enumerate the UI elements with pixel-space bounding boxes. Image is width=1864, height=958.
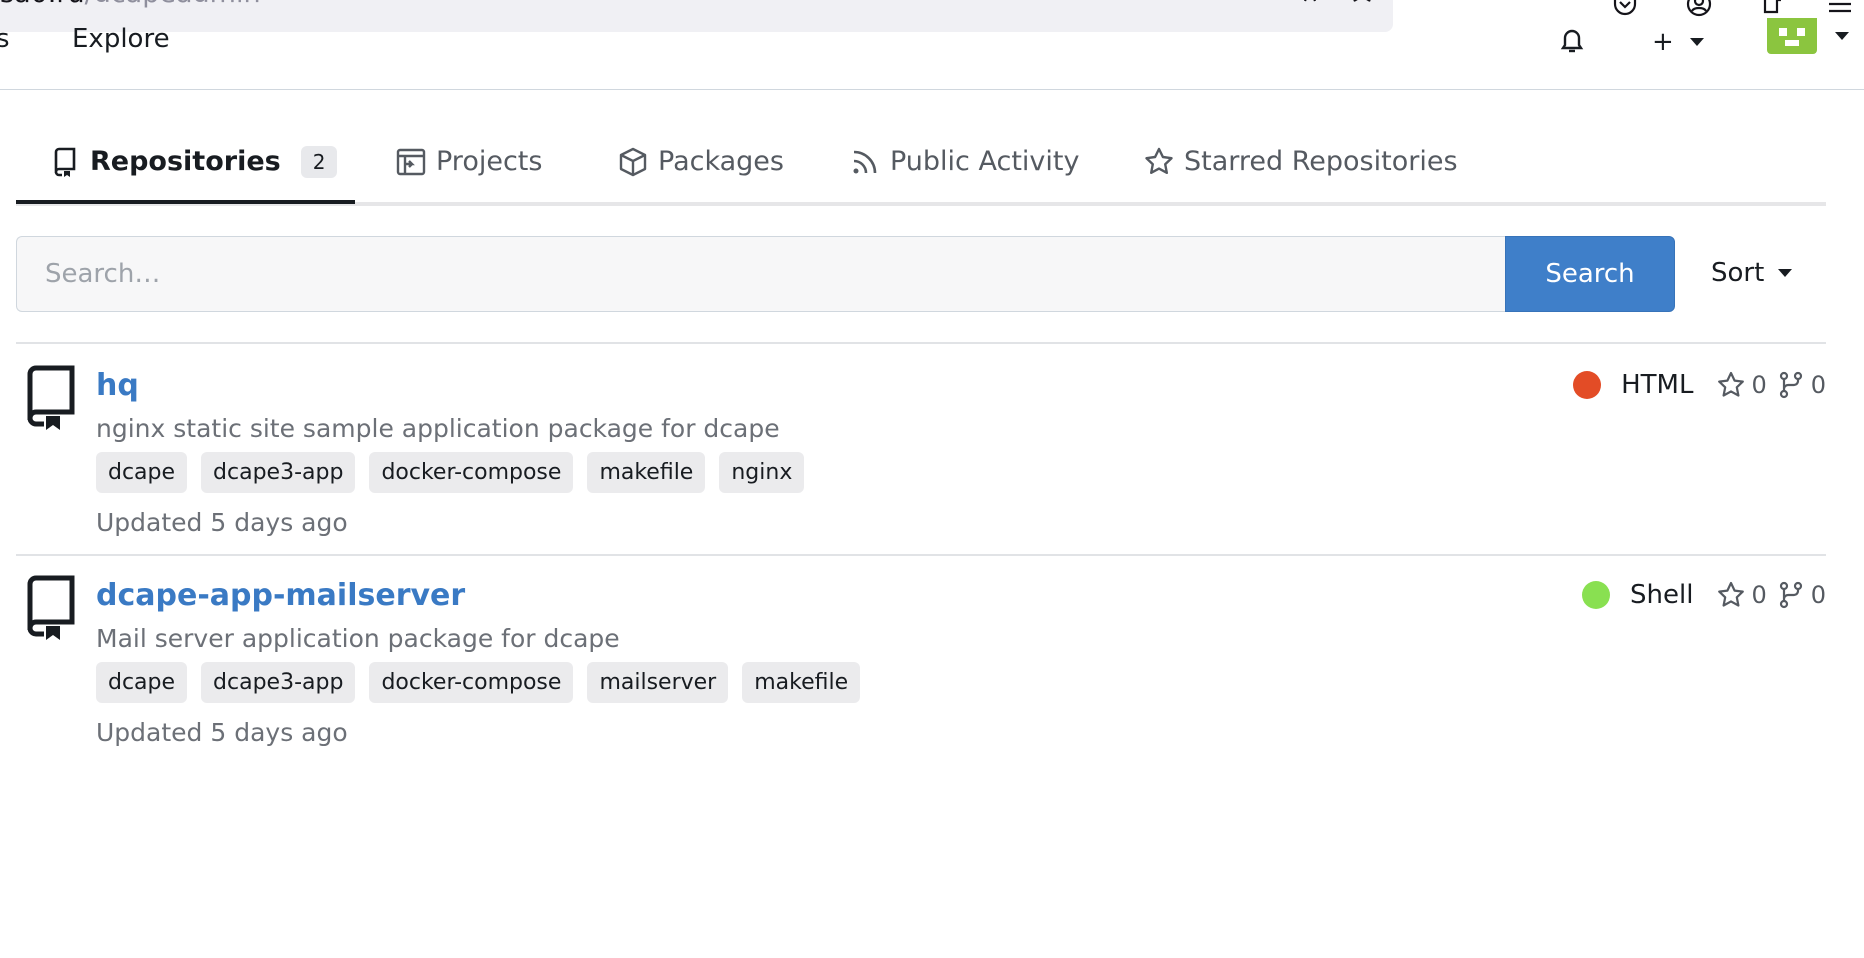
tab-repositories[interactable]: Repositories 2 — [16, 146, 355, 204]
topic-list: dcape dcape3-app docker-compose mailserv… — [96, 662, 861, 703]
topic-tag[interactable]: nginx — [719, 452, 805, 493]
search-input[interactable] — [16, 236, 1505, 312]
avatar — [1767, 18, 1817, 54]
star-icon — [1718, 371, 1745, 397]
nav-item-explore[interactable]: Explore — [72, 24, 170, 54]
menu-icon[interactable] — [1826, 0, 1854, 18]
topic-tag[interactable]: dcape — [96, 662, 188, 703]
package-icon — [618, 146, 648, 178]
fork-icon — [1779, 581, 1802, 609]
star-count[interactable]: 0 — [1717, 581, 1767, 609]
topic-tag[interactable]: docker-compose — [369, 452, 574, 493]
star-icon — [1144, 146, 1174, 178]
repo-description: Mail server application package for dcap… — [96, 624, 620, 653]
star-icon — [1718, 581, 1745, 607]
chevron-down-icon — [1778, 269, 1793, 277]
account-icon[interactable] — [1685, 0, 1713, 18]
repo-icon — [24, 364, 76, 430]
user-menu[interactable] — [1767, 18, 1849, 54]
list-item: dcape-app-mailserver Mail server applica… — [16, 556, 1826, 756]
tab-label: Packages — [658, 146, 784, 177]
tab-label: Starred Repositories — [1184, 146, 1458, 177]
pocket-icon[interactable] — [1611, 0, 1639, 18]
address-bar[interactable]: sa0.ru/dcapeadmin — [0, 0, 1393, 32]
create-plus-icon: + — [1652, 27, 1674, 57]
topic-tag[interactable]: docker-compose — [369, 662, 574, 703]
repo-name-link[interactable]: dcape-app-mailserver — [96, 578, 465, 613]
sort-dropdown[interactable]: Sort — [1711, 258, 1793, 288]
create-menu[interactable]: + — [1652, 27, 1704, 57]
active-tab-indicator — [16, 200, 355, 204]
topic-tag[interactable]: dcape3-app — [201, 452, 356, 493]
tab-public-activity[interactable]: Public Activity — [850, 146, 1079, 200]
tab-label: Projects — [436, 146, 543, 177]
topic-list: dcape dcape3-app docker-compose makefile… — [96, 452, 805, 493]
repo-language: HTML — [1621, 370, 1694, 400]
rss-icon — [850, 146, 880, 178]
chevron-down-icon — [1689, 38, 1704, 46]
repo-meta: HTML 0 0 — [1573, 370, 1826, 400]
star-count[interactable]: 0 — [1717, 371, 1767, 399]
repo-updated-time: Updated 5 days ago — [96, 718, 348, 747]
divider — [16, 342, 1826, 344]
sort-label: Sort — [1711, 258, 1765, 288]
repo-language: Shell — [1630, 580, 1694, 610]
topic-tag[interactable]: makefile — [587, 452, 706, 493]
language-color-dot — [1573, 371, 1602, 399]
topic-tag[interactable]: mailserver — [587, 662, 729, 703]
repo-icon — [50, 146, 80, 178]
topic-tag[interactable]: makefile — [742, 662, 861, 703]
repo-description: nginx static site sample application pac… — [96, 414, 780, 443]
extensions-icon[interactable] — [1759, 0, 1787, 18]
chevron-down-icon — [1835, 32, 1849, 40]
url-text: sa0.ru/dcapeadmin — [0, 0, 261, 9]
repo-meta: Shell 0 0 — [1582, 580, 1826, 610]
repo-updated-time: Updated 5 days ago — [96, 508, 348, 537]
project-icon — [396, 146, 426, 178]
fork-icon — [1779, 371, 1802, 399]
tab-label: Repositories — [90, 146, 281, 177]
translate-icon[interactable] — [1290, 0, 1318, 4]
repo-icon — [24, 574, 76, 640]
tab-packages[interactable]: Packages — [618, 146, 784, 200]
fork-count[interactable]: 0 — [1777, 581, 1826, 609]
repo-search-bar: Search Sort — [16, 236, 1826, 312]
tab-starred-repositories[interactable]: Starred Repositories — [1144, 146, 1458, 200]
bookmark-star-icon[interactable] — [1348, 0, 1376, 4]
fork-count[interactable]: 0 — [1777, 371, 1826, 399]
topic-tag[interactable]: dcape3-app — [201, 662, 356, 703]
language-color-dot — [1582, 581, 1610, 609]
top-navbar: s Explore + — [0, 18, 1864, 90]
repo-name-link[interactable]: hq — [96, 368, 139, 403]
list-item: hq nginx static site sample application … — [16, 346, 1826, 546]
notification-bell-icon[interactable] — [1557, 28, 1587, 53]
tab-projects[interactable]: Projects — [396, 146, 542, 200]
tab-label: Public Activity — [890, 146, 1080, 177]
nav-item-cropped[interactable]: s — [0, 24, 10, 54]
profile-tabs: Repositories 2 Projects Packages Public … — [16, 90, 1826, 206]
search-button[interactable]: Search — [1505, 236, 1675, 312]
topic-tag[interactable]: dcape — [96, 452, 188, 493]
repo-count-badge: 2 — [300, 146, 338, 178]
